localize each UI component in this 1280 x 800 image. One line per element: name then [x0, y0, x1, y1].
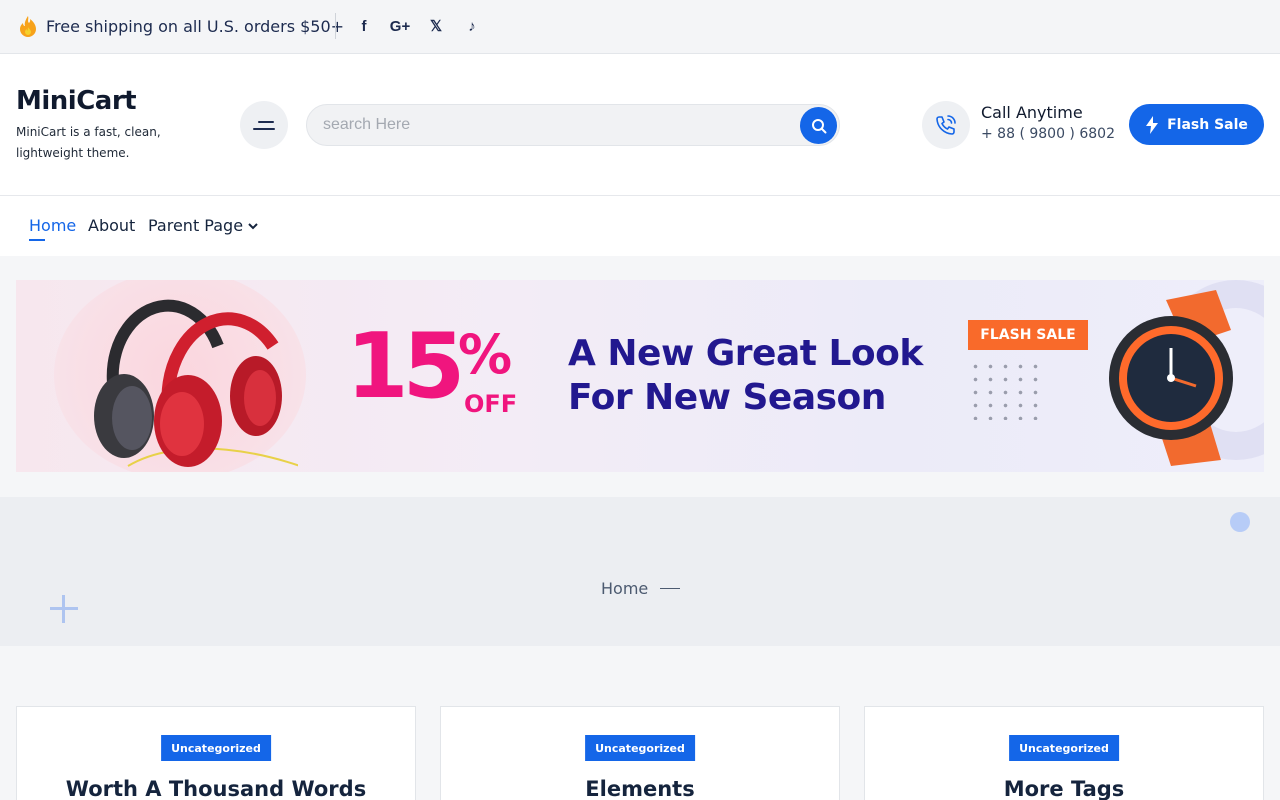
promo-banner[interactable]: 15 % OFF A New Great Look For New Season…: [16, 280, 1264, 472]
menu-toggle-button[interactable]: [240, 101, 288, 149]
category-badge[interactable]: Uncategorized: [161, 735, 271, 761]
nav-item-parent-label: Parent Page: [148, 216, 244, 235]
banner-headline-line-1: A New Great Look: [568, 333, 923, 374]
flash-sale-button[interactable]: Flash Sale: [1129, 104, 1264, 145]
phone-icon: [922, 101, 970, 149]
breadcrumb-home[interactable]: Home: [601, 579, 648, 598]
hamburger-icon: [258, 120, 274, 123]
main-nav: Home About Parent Page: [0, 196, 1280, 256]
top-bar: Free shipping on all U.S. orders $50+ f …: [0, 0, 1280, 54]
banner-headline-line-2: For New Season: [568, 377, 886, 418]
shipping-text: Free shipping on all U.S. orders $50+: [46, 16, 345, 36]
discount-off: OFF: [464, 390, 518, 418]
dot-pattern: [968, 360, 1048, 420]
breadcrumb: Home: [601, 579, 681, 598]
chevron-down-icon: [248, 222, 258, 229]
search-button[interactable]: [800, 107, 837, 144]
post-title[interactable]: Elements: [441, 777, 839, 800]
call-info: Call Anytime + 88 ( 9800 ) 6802: [981, 103, 1115, 142]
nav-item-home[interactable]: Home: [29, 216, 76, 241]
brand: MiniCart MiniCart is a fast, clean, ligh…: [16, 86, 166, 164]
breadcrumb-separator: [660, 587, 681, 590]
site-title[interactable]: MiniCart: [16, 86, 166, 116]
flash-sale-label: Flash Sale: [1167, 116, 1248, 133]
search-input[interactable]: [323, 105, 783, 145]
watch-image: [1109, 290, 1233, 466]
search-bar: [306, 104, 840, 146]
decor-circle: [1230, 512, 1250, 532]
discount-percent-symbol: %: [458, 323, 513, 386]
tiktok-icon[interactable]: ♪: [458, 12, 486, 40]
post-card[interactable]: Uncategorized Elements: [440, 706, 840, 800]
flash-sale-tag: FLASH SALE: [968, 320, 1088, 350]
google-plus-icon[interactable]: G+: [386, 12, 414, 40]
breadcrumb-section: Home: [0, 497, 1280, 646]
phone-glyph: [936, 115, 956, 135]
headphones-image: [94, 299, 298, 467]
category-badge[interactable]: Uncategorized: [585, 735, 695, 761]
call-number[interactable]: + 88 ( 9800 ) 6802: [981, 126, 1115, 142]
call-title: Call Anytime: [981, 103, 1083, 122]
shipping-notice: Free shipping on all U.S. orders $50+: [16, 14, 344, 38]
post-card[interactable]: Uncategorized Worth A Thousand Words: [16, 706, 416, 800]
site-tagline: MiniCart is a fast, clean, lightweight t…: [16, 125, 161, 160]
post-title[interactable]: More Tags: [865, 777, 1263, 800]
nav-item-about[interactable]: About: [88, 216, 135, 235]
discount-percent: 15: [346, 314, 465, 419]
plus-decor-icon: [50, 595, 78, 623]
facebook-icon[interactable]: f: [350, 12, 378, 40]
search-icon: [811, 118, 826, 133]
lightning-icon: [1146, 115, 1159, 134]
banner-headline: A New Great Look For New Season: [568, 332, 923, 420]
site-header: MiniCart MiniCart is a fast, clean, ligh…: [0, 54, 1280, 196]
post-card[interactable]: Uncategorized More Tags: [864, 706, 1264, 800]
category-badge[interactable]: Uncategorized: [1009, 735, 1119, 761]
hamburger-line: [253, 127, 275, 130]
divider: [335, 13, 336, 39]
nav-item-parent-page[interactable]: Parent Page: [148, 216, 259, 235]
social-links: f G+ 𝕏 ♪: [350, 12, 486, 40]
x-twitter-icon[interactable]: 𝕏: [422, 12, 450, 40]
post-title[interactable]: Worth A Thousand Words: [17, 777, 415, 800]
fire-icon: [20, 16, 36, 37]
